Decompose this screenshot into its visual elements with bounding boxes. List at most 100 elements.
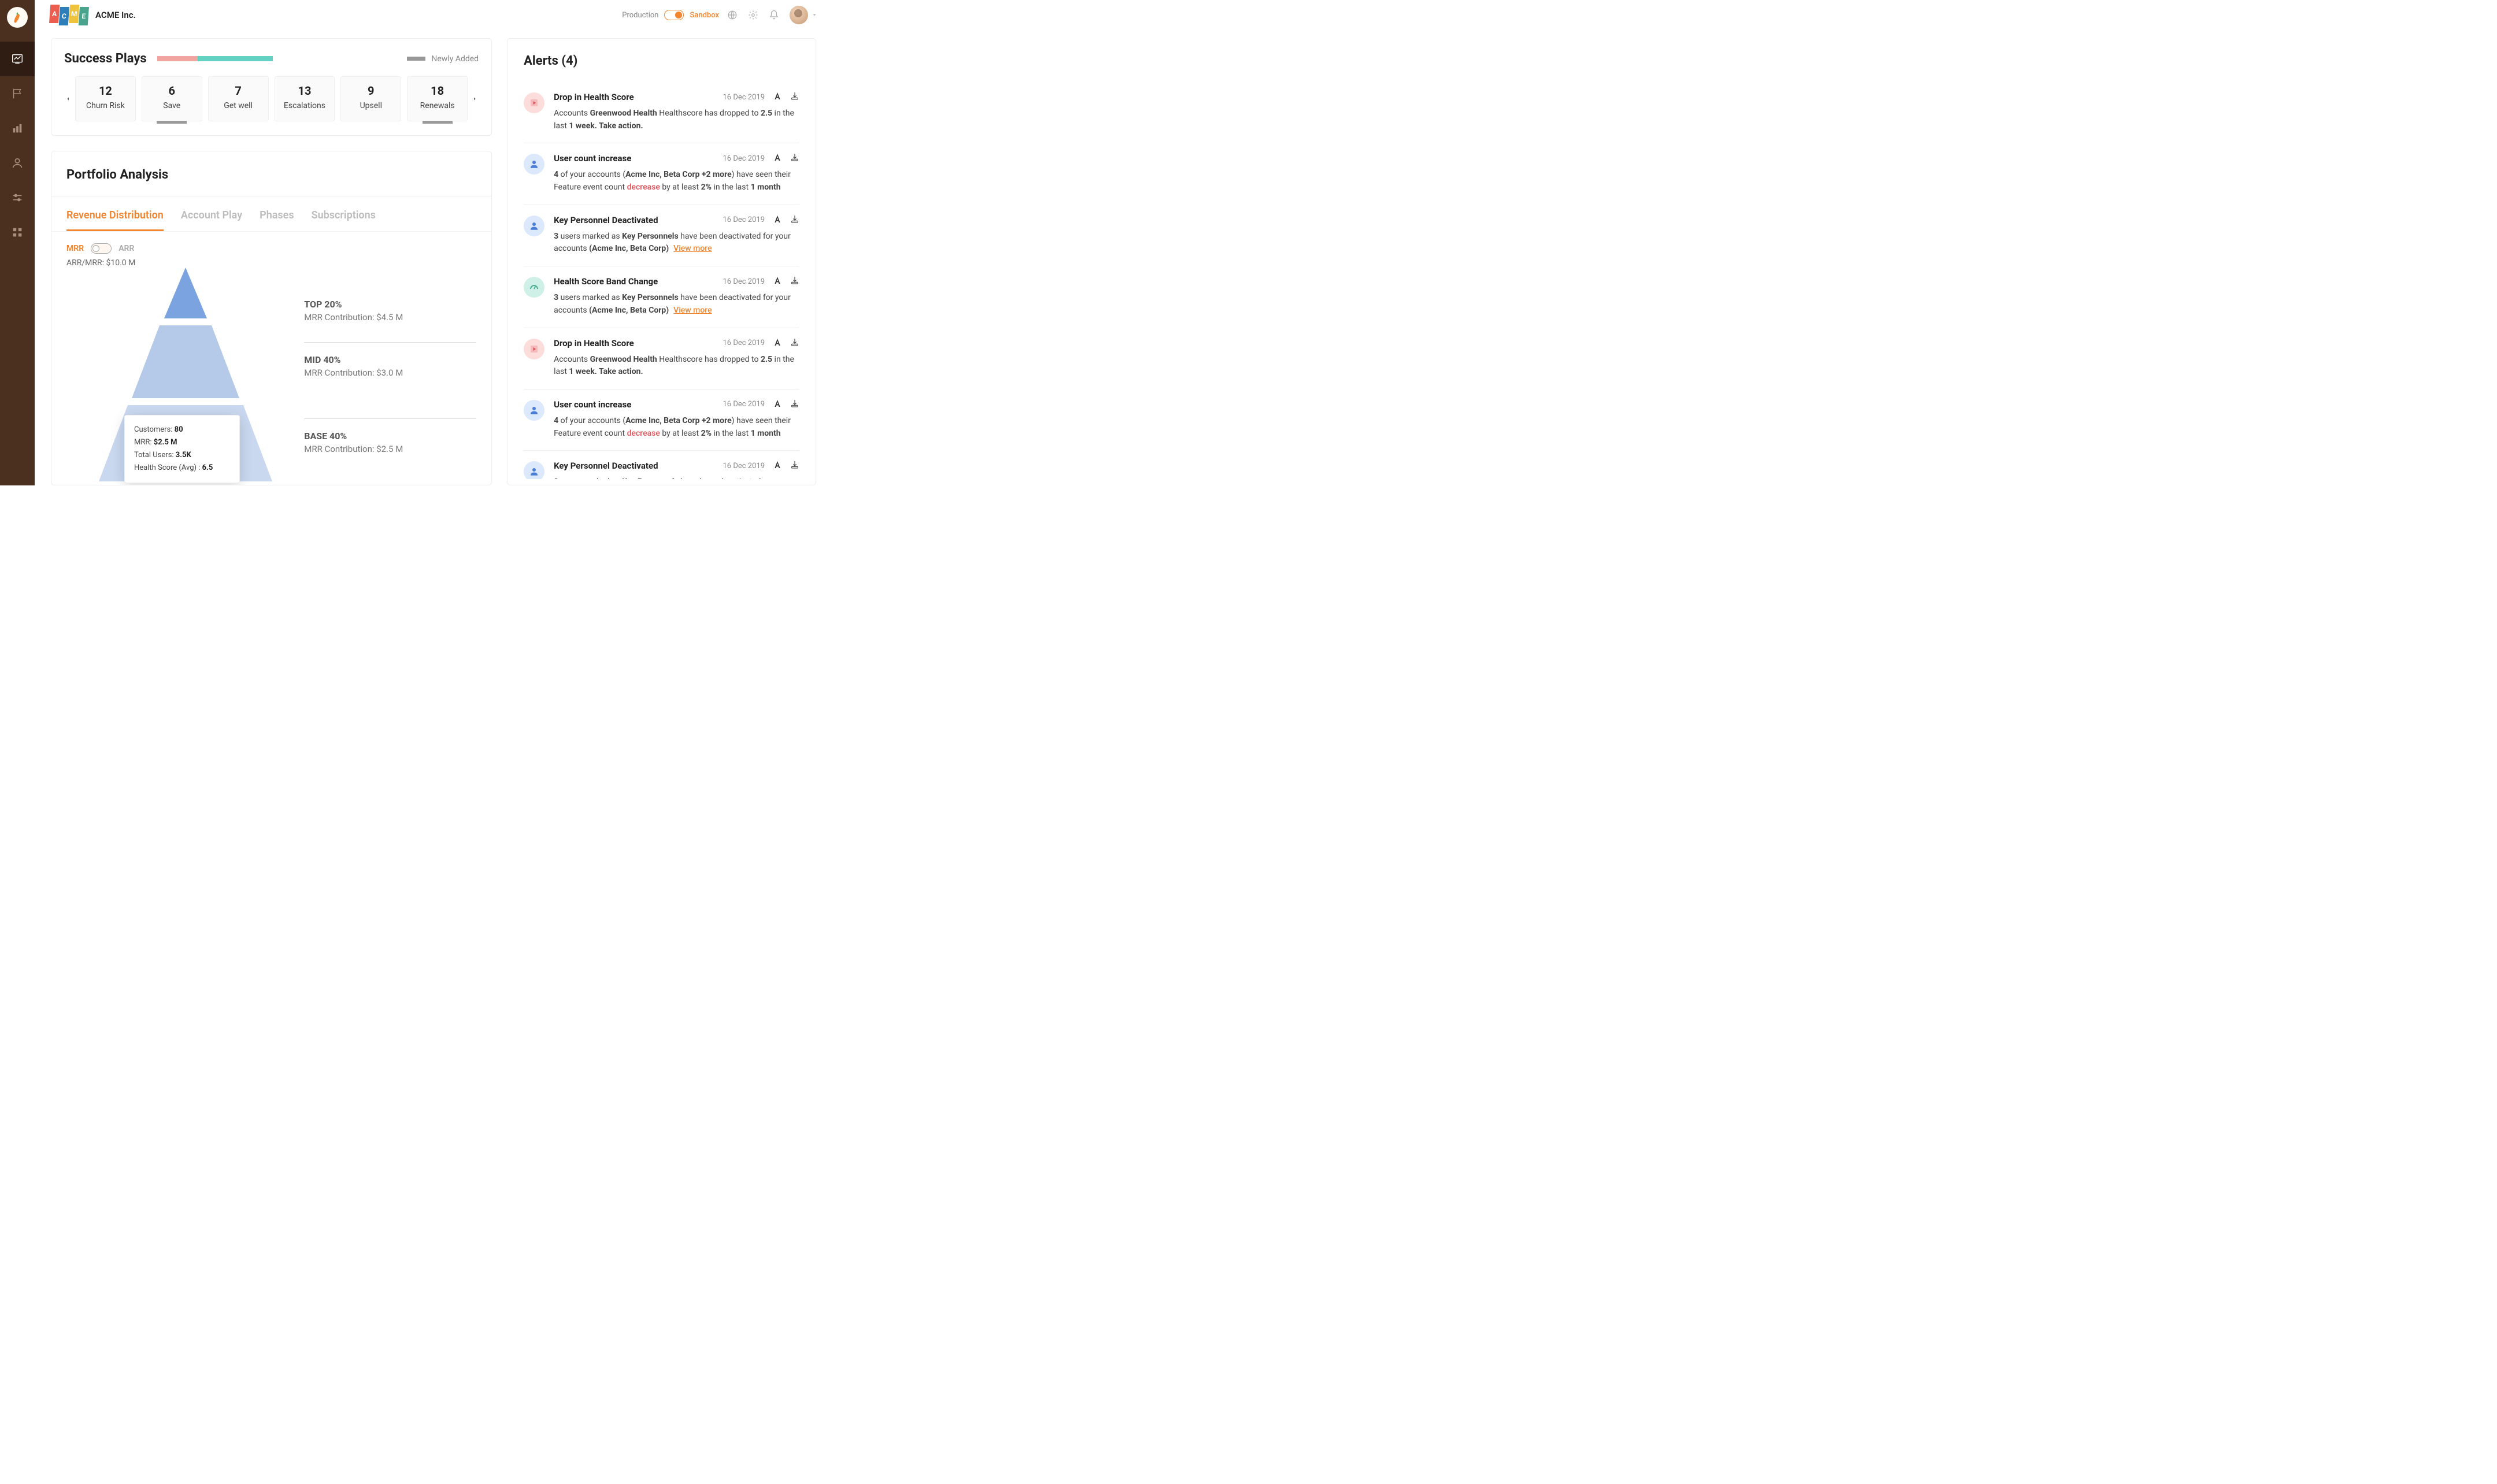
- nav-sliders[interactable]: [0, 180, 35, 215]
- font-icon[interactable]: [773, 276, 782, 287]
- sidenav: [0, 0, 35, 485]
- alert-description: 3 users marked as Key Personnels have be…: [554, 292, 799, 317]
- alert-title: Drop in Health Score: [554, 338, 634, 348]
- view-more-link[interactable]: View more: [673, 244, 712, 253]
- legend-swatch: [407, 57, 425, 61]
- download-icon[interactable]: [790, 337, 799, 349]
- success-play-tile[interactable]: 6 Save: [142, 76, 202, 121]
- nav-dashboard[interactable]: [0, 42, 35, 76]
- tile-label: Save: [163, 101, 180, 110]
- tier-row: MID 40%MRR Contribution: $3.0 M: [304, 343, 476, 419]
- download-icon[interactable]: [790, 214, 799, 226]
- bell-icon[interactable]: [769, 10, 779, 20]
- alert-title: User count increase: [554, 399, 631, 410]
- alert-title: Health Score Band Change: [554, 276, 658, 287]
- success-plays-card: Success Plays Newly Added 12Churn Risk6S…: [51, 38, 492, 136]
- alert-list: Drop in Health Score 16 Dec 2019 Account…: [524, 82, 799, 479]
- tile-count: 6: [169, 84, 175, 98]
- chevron-left-icon: [66, 95, 71, 102]
- alert-date: 16 Dec 2019: [723, 216, 765, 224]
- alert-item[interactable]: Key Personnel Deactivated 16 Dec 2019 3 …: [524, 451, 799, 479]
- alert-item[interactable]: Health Score Band Change 16 Dec 2019 3 u…: [524, 266, 799, 328]
- portfolio-tab[interactable]: Account Play: [181, 209, 242, 231]
- alert-title: Key Personnel Deactivated: [554, 461, 658, 471]
- alert-description: 4 of your accounts (Acme Inc, Beta Corp …: [554, 169, 799, 194]
- nav-grid[interactable]: [0, 215, 35, 250]
- view-more-link[interactable]: View more: [673, 306, 712, 315]
- alert-type-icon: [524, 461, 544, 479]
- sliders-icon: [11, 191, 24, 204]
- alert-item[interactable]: User count increase 16 Dec 2019 4 of you…: [524, 389, 799, 451]
- mode-arr-label[interactable]: ARR: [118, 244, 134, 253]
- tile-count: 7: [235, 84, 241, 98]
- carousel-next[interactable]: [470, 95, 479, 102]
- font-icon[interactable]: [773, 91, 782, 103]
- download-icon[interactable]: [790, 399, 799, 410]
- topbar: A C M E ACME Inc. Production Sandbox: [35, 0, 832, 35]
- mode-summary: ARR/MRR: $10.0 M: [66, 258, 476, 268]
- font-icon[interactable]: [773, 153, 782, 164]
- tier-sub: MRR Contribution: $4.5 M: [304, 312, 476, 322]
- alert-description: 4 of your accounts (Acme Inc, Beta Corp …: [554, 415, 799, 440]
- chevron-right-icon: [472, 95, 477, 102]
- tier-row: BASE 40%MRR Contribution: $2.5 M: [304, 419, 476, 485]
- font-icon[interactable]: [773, 399, 782, 410]
- success-play-tile[interactable]: 12Churn Risk: [75, 76, 136, 121]
- tier-name: MID 40%: [304, 354, 476, 365]
- tile-label: Churn Risk: [86, 101, 125, 110]
- alert-date: 16 Dec 2019: [723, 462, 765, 470]
- success-plays-title: Success Plays: [64, 51, 147, 66]
- dashboard-icon: [11, 53, 24, 65]
- user-icon: [11, 157, 24, 169]
- tile-label: Upsell: [360, 101, 382, 110]
- tile-label: Escalations: [284, 101, 325, 110]
- alert-type-icon: [524, 154, 544, 175]
- env-sandbox-label[interactable]: Sandbox: [690, 11, 719, 20]
- gear-icon[interactable]: [748, 10, 758, 20]
- success-play-tile[interactable]: 18Renewals: [407, 76, 468, 121]
- portfolio-tab[interactable]: Phases: [260, 209, 294, 231]
- nav-flag[interactable]: [0, 76, 35, 111]
- env-toggle[interactable]: [664, 10, 684, 20]
- tile-count: 9: [368, 84, 374, 98]
- flag-icon: [11, 87, 24, 100]
- user-menu[interactable]: [790, 6, 817, 24]
- tier-labels: TOP 20%MRR Contribution: $4.5 MMID 40%MR…: [304, 268, 476, 485]
- product-logo[interactable]: [7, 7, 28, 28]
- portfolio-card: Portfolio Analysis Revenue Distribution A…: [51, 151, 492, 485]
- alert-type-icon: [524, 339, 544, 359]
- alert-item[interactable]: Key Personnel Deactivated 16 Dec 2019 3 …: [524, 205, 799, 266]
- alert-title: User count increase: [554, 153, 631, 164]
- alert-description: Accounts Greenwood Health Healthscore ha…: [554, 354, 799, 379]
- font-icon[interactable]: [773, 460, 782, 472]
- success-play-tile[interactable]: 13Escalations: [275, 76, 335, 121]
- download-icon[interactable]: [790, 460, 799, 472]
- font-icon[interactable]: [773, 337, 782, 349]
- font-icon[interactable]: [773, 214, 782, 226]
- bar-chart-icon: [11, 122, 24, 135]
- tier-name: BASE 40%: [304, 431, 476, 442]
- nav-chart[interactable]: [0, 111, 35, 146]
- env-production-label[interactable]: Production: [622, 11, 658, 20]
- portfolio-tab[interactable]: Revenue Distribution: [66, 209, 164, 231]
- alert-item[interactable]: User count increase 16 Dec 2019 4 of you…: [524, 143, 799, 205]
- carousel-prev[interactable]: [64, 95, 72, 102]
- portfolio-tab[interactable]: Subscriptions: [312, 209, 376, 231]
- portfolio-title: Portfolio Analysis: [66, 168, 476, 182]
- globe-icon[interactable]: [727, 10, 738, 20]
- download-icon[interactable]: [790, 91, 799, 103]
- tile-label: Get well: [224, 101, 253, 110]
- download-icon[interactable]: [790, 276, 799, 287]
- company-logo[interactable]: A C M E ACME Inc.: [50, 6, 136, 24]
- alert-item[interactable]: Drop in Health Score 16 Dec 2019 Account…: [524, 82, 799, 143]
- success-play-tile[interactable]: 9 Upsell: [340, 76, 401, 121]
- nav-user[interactable]: [0, 146, 35, 180]
- alert-description: 3 users marked as Key Personnels have be…: [554, 231, 799, 255]
- success-play-tile[interactable]: 7 Get well: [208, 76, 269, 121]
- alert-item[interactable]: Drop in Health Score 16 Dec 2019 Account…: [524, 328, 799, 389]
- alert-description: 3 users marked as Key Personnels have be…: [554, 476, 799, 479]
- mode-toggle[interactable]: [91, 243, 112, 254]
- download-icon[interactable]: [790, 153, 799, 164]
- mode-mrr-label[interactable]: MRR: [66, 244, 84, 253]
- success-play-list: 12Churn Risk6Save7Get well13Escalations9…: [72, 76, 470, 121]
